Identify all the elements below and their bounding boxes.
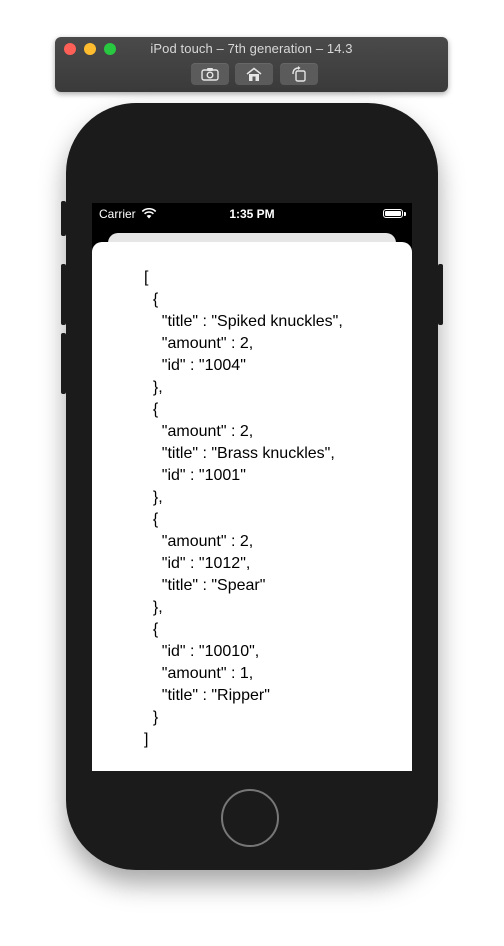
device-screen: Carrier 1:35 PM [ { "title" : "Spiked kn… [92, 203, 412, 771]
status-bar: Carrier 1:35 PM [92, 203, 412, 223]
rotate-icon [292, 66, 306, 82]
rotate-button[interactable] [280, 63, 318, 85]
status-time: 1:35 PM [229, 207, 275, 221]
power-button[interactable] [438, 264, 443, 325]
home-toolbar-button[interactable] [235, 63, 273, 85]
battery-tip [404, 212, 406, 216]
simulator-stage: iPod touch – 7th generation – 14.3 Carri… [0, 0, 504, 946]
modal-sheet[interactable]: [ { "title" : "Spiked knuckles", "amount… [92, 242, 412, 771]
screenshot-button[interactable] [191, 63, 229, 85]
simulator-title-bar: iPod touch – 7th generation – 14.3 [55, 37, 448, 92]
battery-icon [383, 209, 403, 218]
mute-switch[interactable] [61, 201, 66, 236]
json-output-text: [ { "title" : "Spiked knuckles", "amount… [144, 269, 343, 748]
volume-up-button[interactable] [61, 264, 66, 325]
home-icon [246, 67, 262, 81]
home-button[interactable] [221, 789, 279, 847]
window-title: iPod touch – 7th generation – 14.3 [150, 41, 353, 56]
camera-screenshot-icon [201, 68, 219, 81]
volume-down-button[interactable] [61, 333, 66, 394]
